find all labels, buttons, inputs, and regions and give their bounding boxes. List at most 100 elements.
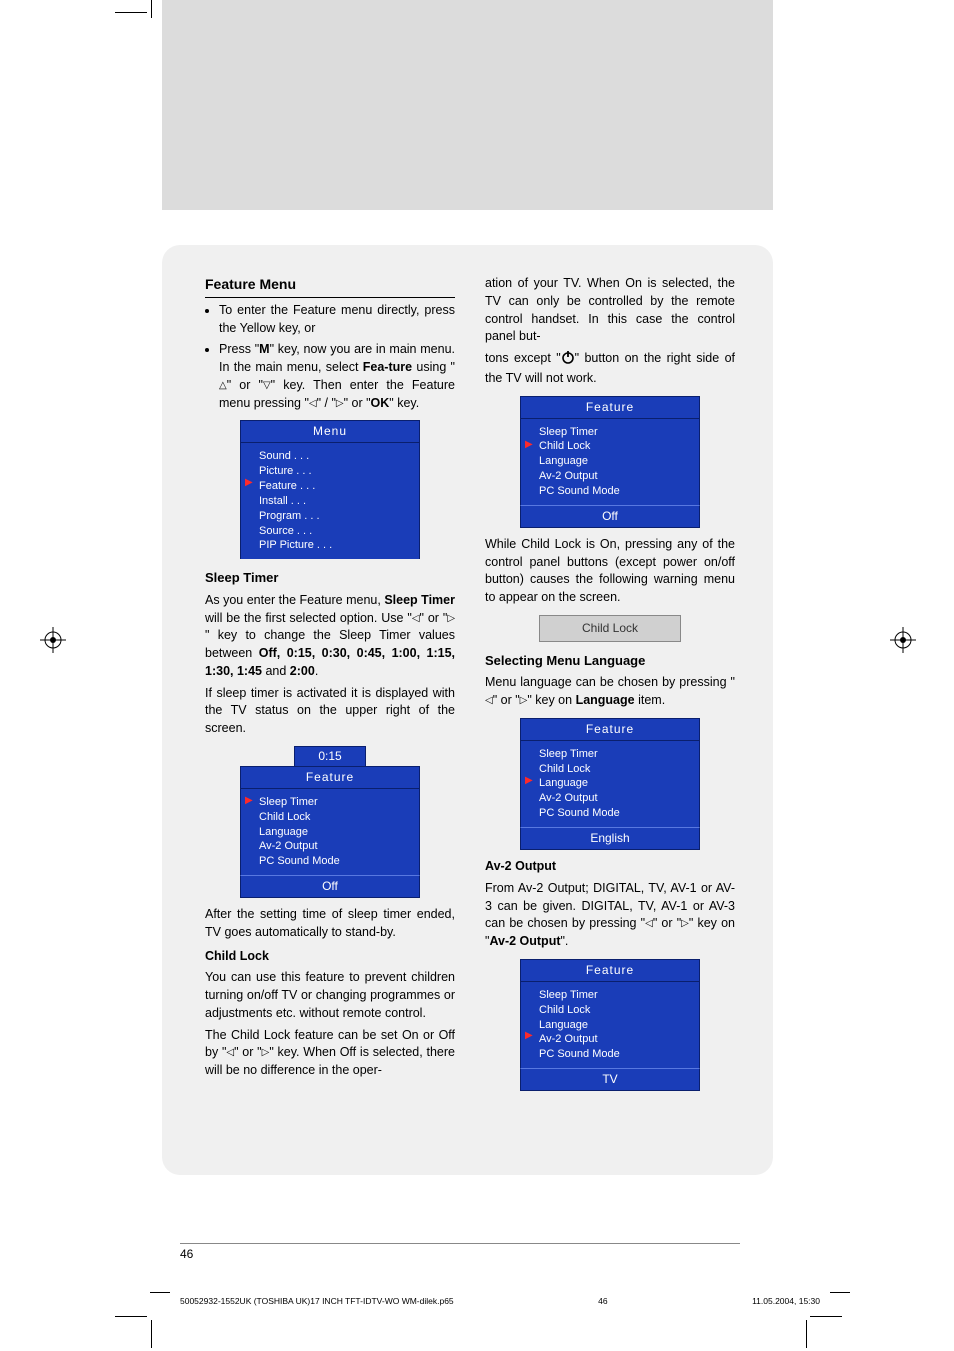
osd-item: Av-2 Output bbox=[539, 469, 695, 484]
osd-footer: Off bbox=[520, 505, 700, 528]
crop-mark bbox=[806, 1320, 807, 1348]
footer-filename: 50052932-1552UK (TOSHIBA UK)17 INCH TFT-… bbox=[180, 1296, 454, 1306]
cont-para2: tons except "" button on the right side … bbox=[485, 350, 735, 388]
osd-lock-warning: Child Lock bbox=[539, 615, 681, 642]
cursor-icon: ▶ bbox=[245, 794, 253, 808]
osd-item: Install . . . bbox=[259, 494, 415, 509]
child-para2: The Child Lock feature can be set On or … bbox=[205, 1027, 455, 1080]
feature-instructions: To enter the Feature menu directly, pres… bbox=[205, 302, 455, 413]
osd-item: Picture . . . bbox=[259, 464, 415, 479]
right-triangle-icon: ▷ bbox=[336, 397, 344, 411]
osd-item: PIP Picture . . . bbox=[259, 538, 415, 553]
sleep-para1: As you enter the Feature menu, Sleep Tim… bbox=[205, 592, 455, 681]
osd-item: Language bbox=[539, 454, 695, 469]
osd-item: Av-2 Output bbox=[539, 1032, 695, 1047]
osd-language: Feature ▶ Sleep Timer Child Lock Languag… bbox=[520, 718, 700, 850]
osd-item: Language bbox=[259, 825, 415, 840]
child-para1: You can use this feature to prevent chil… bbox=[205, 969, 455, 1022]
osd-item: Language bbox=[539, 776, 695, 791]
sleep-para3: After the setting time of sleep timer en… bbox=[205, 906, 455, 942]
crop-mark bbox=[115, 12, 147, 13]
osd-footer: Off bbox=[240, 875, 420, 898]
heading-language: Selecting Menu Language bbox=[485, 652, 735, 670]
osd-item: PC Sound Mode bbox=[539, 484, 695, 499]
crop-mark bbox=[115, 1316, 147, 1317]
sleep-para2: If sleep timer is activated it is displa… bbox=[205, 685, 455, 738]
right-column: ation of your TV. When On is selected, t… bbox=[485, 275, 735, 1099]
osd-item: PC Sound Mode bbox=[259, 854, 415, 869]
osd-title: Feature bbox=[520, 959, 700, 982]
left-triangle-icon: ◁ bbox=[412, 612, 420, 626]
footer-timestamp: 11.05.2004, 15:30 bbox=[752, 1296, 820, 1306]
osd-item: PC Sound Mode bbox=[539, 1047, 695, 1062]
page-number: 46 bbox=[180, 1243, 740, 1261]
crop-mark bbox=[830, 1292, 850, 1293]
osd-body: ▶ Sound . . . Picture . . . Feature . . … bbox=[240, 443, 420, 559]
osd-main-menu: Menu ▶ Sound . . . Picture . . . Feature… bbox=[240, 420, 420, 559]
right-triangle-icon: ▷ bbox=[447, 612, 455, 626]
osd-title: Menu bbox=[240, 420, 420, 443]
crop-mark bbox=[810, 1316, 842, 1317]
left-column: Feature Menu To enter the Feature menu d… bbox=[205, 275, 455, 1099]
footer-metadata: 50052932-1552UK (TOSHIBA UK)17 INCH TFT-… bbox=[180, 1296, 820, 1306]
left-triangle-icon: ◁ bbox=[309, 397, 317, 411]
header-gray-block bbox=[162, 0, 773, 210]
crop-mark bbox=[151, 0, 152, 18]
down-triangle-icon: ▽ bbox=[263, 379, 271, 393]
cursor-icon: ▶ bbox=[525, 438, 533, 452]
page: Feature Menu To enter the Feature menu d… bbox=[0, 0, 954, 1351]
osd-item: PC Sound Mode bbox=[539, 806, 695, 821]
osd-item: Child Lock bbox=[539, 1003, 695, 1018]
cursor-icon: ▶ bbox=[525, 1029, 533, 1043]
osd-item: Sleep Timer bbox=[539, 988, 695, 1003]
osd-title: Feature bbox=[520, 396, 700, 419]
left-triangle-icon: ◁ bbox=[645, 917, 653, 931]
osd-body: ▶ Sleep Timer Child Lock Language Av-2 O… bbox=[520, 982, 700, 1068]
text-columns: Feature Menu To enter the Feature menu d… bbox=[205, 275, 735, 1099]
osd-item: Child Lock bbox=[539, 762, 695, 777]
osd-item: Child Lock bbox=[539, 439, 695, 454]
heading-child-lock: Child Lock bbox=[205, 948, 455, 966]
bullet-1: To enter the Feature menu directly, pres… bbox=[219, 302, 455, 338]
osd-sleep-timer: 0:15 Feature ▶ Sleep Timer Child Lock La… bbox=[240, 746, 420, 898]
osd-item: Sleep Timer bbox=[259, 795, 415, 810]
left-triangle-icon: ◁ bbox=[485, 694, 493, 708]
osd-body: ▶ Sleep Timer Child Lock Language Av-2 O… bbox=[520, 419, 700, 505]
heading-feature-menu: Feature Menu bbox=[205, 275, 455, 298]
left-triangle-icon: ◁ bbox=[226, 1046, 234, 1060]
osd-timer-badge: 0:15 bbox=[294, 746, 366, 766]
osd-item: Child Lock bbox=[259, 810, 415, 825]
osd-body: ▶ Sleep Timer Child Lock Language Av-2 O… bbox=[520, 741, 700, 827]
osd-item: Av-2 Output bbox=[539, 791, 695, 806]
osd-item: Source . . . bbox=[259, 524, 415, 539]
osd-item: Av-2 Output bbox=[259, 839, 415, 854]
crop-mark bbox=[151, 1320, 152, 1348]
osd-item: Sound . . . bbox=[259, 449, 415, 464]
av2-para: From Av-2 Output; DIGITAL, TV, AV-1 or A… bbox=[485, 880, 735, 951]
heading-sleep-timer: Sleep Timer bbox=[205, 569, 455, 587]
up-triangle-icon: △ bbox=[219, 379, 227, 393]
osd-item: Language bbox=[539, 1018, 695, 1033]
osd-item: Program . . . bbox=[259, 509, 415, 524]
osd-body: ▶ Sleep Timer Child Lock Language Av-2 O… bbox=[240, 789, 420, 875]
cursor-icon: ▶ bbox=[525, 774, 533, 788]
cont-para1: ation of your TV. When On is selected, t… bbox=[485, 275, 735, 346]
footer-page: 46 bbox=[598, 1296, 607, 1306]
osd-footer: English bbox=[520, 827, 700, 850]
osd-item: Sleep Timer bbox=[539, 425, 695, 440]
heading-av2: Av-2 Output bbox=[485, 858, 735, 876]
child-warn: While Child Lock is On, pressing any of … bbox=[485, 536, 735, 607]
crop-mark bbox=[150, 1292, 170, 1293]
osd-title: Feature bbox=[520, 718, 700, 741]
right-triangle-icon: ▷ bbox=[681, 917, 689, 931]
osd-child-lock: Feature ▶ Sleep Timer Child Lock Languag… bbox=[520, 396, 700, 528]
osd-item: Sleep Timer bbox=[539, 747, 695, 762]
osd-footer: TV bbox=[520, 1068, 700, 1091]
registration-mark-right bbox=[890, 627, 916, 653]
registration-mark-left bbox=[40, 627, 66, 653]
cursor-icon: ▶ bbox=[245, 476, 253, 490]
osd-av2: Feature ▶ Sleep Timer Child Lock Languag… bbox=[520, 959, 700, 1091]
osd-title: Feature bbox=[240, 766, 420, 789]
bullet-2: Press "M" key, now you are in main menu.… bbox=[219, 341, 455, 412]
power-icon bbox=[561, 350, 575, 370]
